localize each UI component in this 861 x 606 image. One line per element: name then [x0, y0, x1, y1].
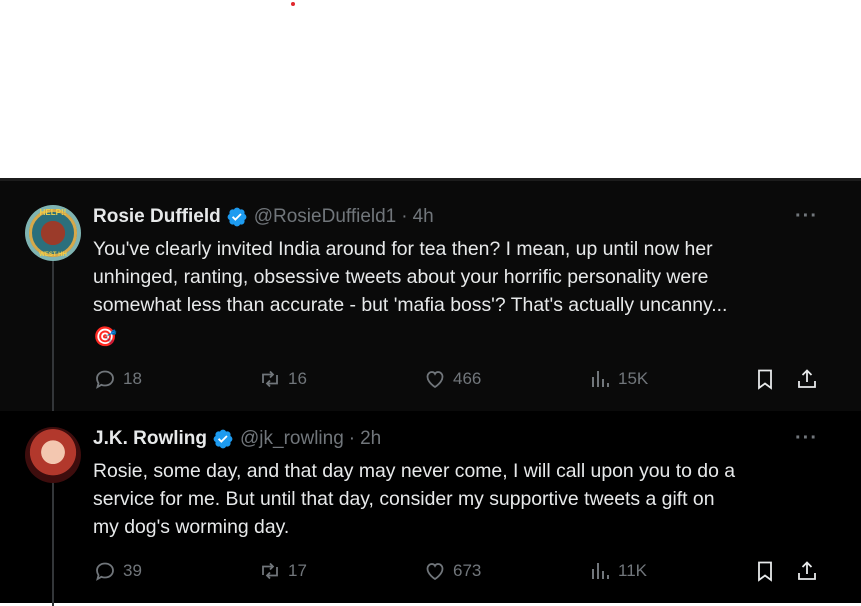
- author-name[interactable]: Rosie Duffield: [93, 206, 221, 228]
- like-count: 673: [453, 561, 482, 580]
- thread-connector-line: [52, 251, 54, 411]
- more-options-icon[interactable]: ···: [795, 205, 818, 228]
- reply-count: 39: [123, 561, 142, 580]
- red-dot-marker: [291, 2, 295, 6]
- blank-header-area: [0, 0, 861, 178]
- avatar-text-top: HELP!!: [39, 208, 67, 217]
- thread-connector-line: [52, 476, 54, 606]
- author-name[interactable]: J.K. Rowling: [93, 428, 207, 450]
- repost-icon: [262, 370, 278, 388]
- separator-dot: ·: [401, 206, 408, 227]
- tweet-text: You've clearly invited India around for …: [93, 235, 823, 351]
- timestamp[interactable]: 2h: [360, 428, 381, 450]
- reply-button[interactable]: 18: [93, 367, 142, 391]
- views-button[interactable]: 11K: [588, 559, 647, 583]
- tweet-text-line: my dog's worming day.: [93, 516, 290, 538]
- share-button[interactable]: [795, 367, 825, 391]
- avatar[interactable]: [25, 427, 81, 483]
- timestamp[interactable]: 4h: [413, 206, 434, 228]
- views-count: 11K: [618, 561, 647, 580]
- reply-button[interactable]: 39: [93, 559, 142, 583]
- share-icon: [798, 369, 816, 388]
- author-handle[interactable]: @jk_rowling: [240, 428, 344, 450]
- tweet-rosie-duffield[interactable]: HELP!! WEST HH Rosie Duffield @RosieDuff…: [0, 181, 861, 411]
- like-button[interactable]: 466: [423, 367, 481, 391]
- tweet-actions: 18 16 466 15K: [93, 367, 833, 391]
- views-chart-icon: [592, 371, 609, 387]
- like-count: 466: [453, 369, 482, 388]
- repost-button[interactable]: 17: [258, 559, 307, 583]
- views-button[interactable]: 15K: [588, 367, 648, 391]
- avatar-text-bottom: WEST HH: [39, 252, 67, 258]
- verified-badge-icon: [213, 429, 233, 449]
- reply-icon: [96, 562, 114, 581]
- tweet-feed: HELP!! WEST HH Rosie Duffield @RosieDuff…: [0, 178, 861, 606]
- separator-dot: ·: [348, 428, 356, 449]
- tweet-text: Rosie, some day, and that day may never …: [93, 457, 823, 541]
- repost-button[interactable]: 16: [258, 367, 307, 391]
- reply-icon: [96, 370, 114, 389]
- views-chart-icon: [592, 563, 609, 579]
- share-icon: [798, 561, 816, 580]
- tweet-header: J.K. Rowling @jk_rowling · 2h: [93, 427, 381, 451]
- reply-count: 18: [123, 369, 142, 388]
- repost-count: 16: [288, 369, 307, 388]
- verified-badge-icon: [227, 207, 247, 227]
- views-count: 15K: [618, 369, 649, 388]
- tweet-jk-rowling[interactable]: J.K. Rowling @jk_rowling · 2h ··· Rosie,…: [0, 411, 861, 606]
- author-handle[interactable]: @RosieDuffield1: [254, 206, 397, 228]
- tweet-header: Rosie Duffield @RosieDuffield1 · 4h: [93, 205, 434, 229]
- repost-icon: [262, 562, 278, 580]
- avatar[interactable]: HELP!! WEST HH: [25, 205, 81, 261]
- tweet-text-line: Rosie, some day, and that day may never …: [93, 460, 736, 482]
- bookmark-icon: [758, 561, 772, 582]
- tweet-text-line: You've clearly invited India around for …: [93, 238, 713, 260]
- like-button[interactable]: 673: [423, 559, 481, 583]
- share-button[interactable]: [795, 559, 825, 583]
- bullseye-emoji: 🎯: [93, 326, 118, 348]
- heart-icon: [426, 371, 444, 389]
- tweet-text-line: unhinged, ranting, obsessive tweets abou…: [93, 266, 709, 288]
- bookmark-icon: [758, 369, 772, 390]
- more-options-icon[interactable]: ···: [795, 427, 818, 450]
- heart-icon: [426, 563, 444, 581]
- bookmark-button[interactable]: [753, 367, 783, 391]
- bookmark-button[interactable]: [753, 559, 783, 583]
- repost-count: 17: [288, 561, 307, 580]
- tweet-text-line: somewhat less than accurate - but 'mafia…: [93, 294, 728, 316]
- tweet-actions: 39 17 673 11K: [93, 559, 833, 583]
- tweet-text-line: service for me. But until that day, cons…: [93, 488, 715, 510]
